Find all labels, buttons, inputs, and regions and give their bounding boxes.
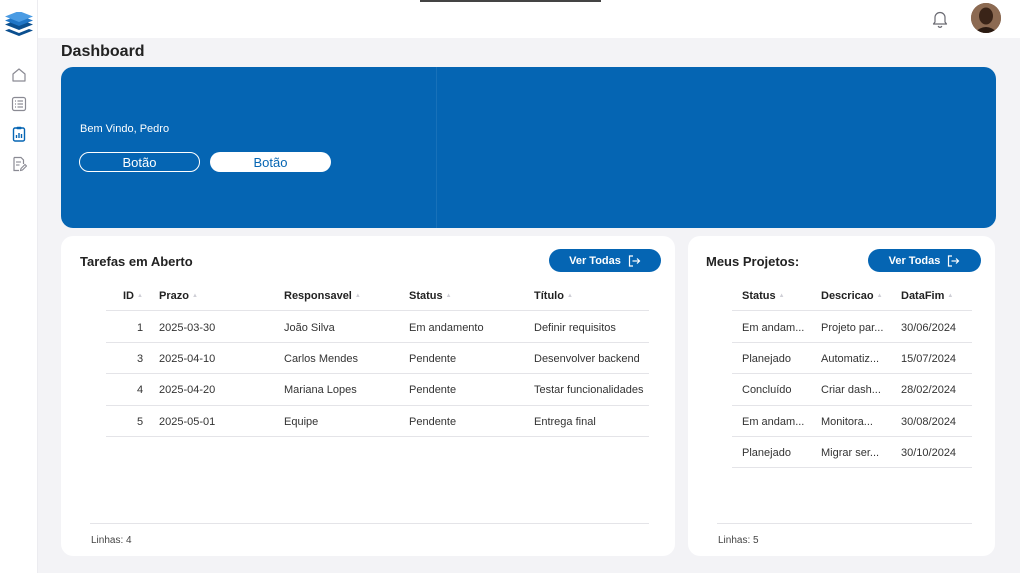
table-divider — [732, 373, 972, 374]
table-cell: 5 — [137, 416, 144, 428]
layers-logo-icon[interactable] — [3, 11, 35, 40]
table-divider — [106, 373, 649, 374]
table-cell: Criar dash... — [821, 384, 881, 396]
tasks-header-status[interactable]: Status ▲ — [409, 290, 452, 302]
notifications-button[interactable] — [931, 9, 949, 29]
tasks-row-count: Linhas: 4 — [91, 535, 132, 546]
projects-row-count: Linhas: 5 — [718, 535, 759, 546]
top-indicator-line — [420, 0, 601, 2]
my-projects-title: Meus Projetos: — [706, 254, 800, 269]
table-cell: Desenvolver backend — [534, 353, 640, 365]
table-divider — [106, 342, 649, 343]
nav-home[interactable] — [10, 66, 28, 84]
table-cell: Em andamento — [409, 322, 484, 334]
projects-see-all-button[interactable]: Ver Todas — [868, 249, 981, 272]
tasks-header-prazo[interactable]: Prazo ▲ — [159, 290, 198, 302]
table-cell: Automatiz... — [821, 353, 880, 365]
table-footer-divider — [90, 523, 649, 524]
table-cell: Definir requisitos — [534, 322, 616, 334]
table-divider — [732, 467, 972, 468]
table-cell: Pendente — [409, 384, 457, 396]
table-cell: 30/06/2024 — [901, 322, 957, 334]
table-cell: 2025-04-20 — [159, 384, 216, 396]
table-cell: Projeto par... — [821, 322, 884, 334]
table-cell: 30/08/2024 — [901, 416, 957, 428]
exit-arrow-icon — [628, 254, 641, 267]
list-icon — [11, 96, 27, 112]
my-projects-card: Meus Projetos: Ver Todas Status ▲ Descric… — [688, 236, 995, 556]
filled-button[interactable]: Botão — [210, 152, 331, 172]
table-divider — [732, 310, 972, 311]
welcome-text: Bem Vindo, Pedro — [80, 123, 170, 135]
nav-list[interactable] — [10, 95, 28, 113]
table-cell: Mariana Lopes — [284, 384, 357, 396]
table-cell: Testar funcionalidades — [534, 384, 644, 396]
banner-divider — [436, 67, 437, 228]
table-divider — [106, 436, 649, 437]
top-bar — [38, 0, 1020, 38]
open-tasks-title: Tarefas em Aberto — [80, 254, 193, 269]
table-cell: Equipe — [284, 416, 319, 428]
avatar[interactable] — [971, 3, 1001, 33]
tasks-header-responsavel[interactable]: Responsavel ▲ — [284, 290, 361, 302]
tasks-header-titulo[interactable]: Título ▲ — [534, 290, 573, 302]
tasks-see-all-button[interactable]: Ver Todas — [549, 249, 661, 272]
table-cell: Pendente — [409, 353, 457, 365]
table-cell: 30/10/2024 — [901, 447, 957, 459]
table-cell: Monitora... — [821, 416, 873, 428]
table-divider — [106, 310, 649, 311]
table-divider — [732, 405, 972, 406]
table-cell: Entrega final — [534, 416, 596, 428]
nav-edit[interactable] — [10, 155, 28, 173]
table-cell: Pendente — [409, 416, 457, 428]
projects-header-datafim[interactable]: DataFim ▲ — [901, 290, 953, 302]
tasks-see-all-label: Ver Todas — [569, 254, 621, 267]
table-cell: Planejado — [742, 447, 791, 459]
tasks-header-id[interactable]: ID ▲ — [123, 290, 143, 302]
welcome-banner: Bem Vindo, Pedro Botão Botão — [61, 67, 996, 228]
table-cell: 2025-03-30 — [159, 322, 216, 334]
table-cell: Carlos Mendes — [284, 353, 358, 365]
table-footer-divider — [717, 523, 972, 524]
outline-button[interactable]: Botão — [79, 152, 200, 172]
exit-arrow-icon — [948, 254, 960, 267]
projects-header-descricao[interactable]: Descricao ▲ — [821, 290, 883, 302]
nav-reports[interactable] — [10, 125, 28, 143]
table-cell: 2025-04-10 — [159, 353, 216, 365]
table-cell: Em andam... — [742, 416, 805, 428]
table-cell: 3 — [137, 353, 144, 365]
page-title: Dashboard — [61, 43, 145, 60]
open-tasks-card: Tarefas em Aberto Ver Todas ID ▲ Prazo ▲ R… — [61, 236, 675, 556]
table-cell: Em andam... — [742, 322, 805, 334]
table-cell: 28/02/2024 — [901, 384, 957, 396]
sidebar — [0, 0, 38, 573]
table-divider — [732, 436, 972, 437]
table-divider — [732, 342, 972, 343]
table-cell: Migrar ser... — [821, 447, 880, 459]
table-cell: Concluído — [742, 384, 792, 396]
edit-document-icon — [13, 156, 27, 172]
table-cell: 4 — [137, 384, 144, 396]
table-divider — [106, 405, 649, 406]
table-cell: 1 — [137, 322, 144, 334]
table-cell: João Silva — [284, 322, 335, 334]
bell-icon — [932, 11, 948, 28]
table-cell: 15/07/2024 — [901, 353, 957, 365]
projects-see-all-label: Ver Todas — [888, 254, 941, 267]
table-cell: Planejado — [742, 353, 791, 365]
report-icon — [12, 126, 26, 142]
projects-header-status[interactable]: Status ▲ — [742, 290, 785, 302]
table-cell: 2025-05-01 — [159, 416, 216, 428]
home-icon — [12, 68, 26, 82]
